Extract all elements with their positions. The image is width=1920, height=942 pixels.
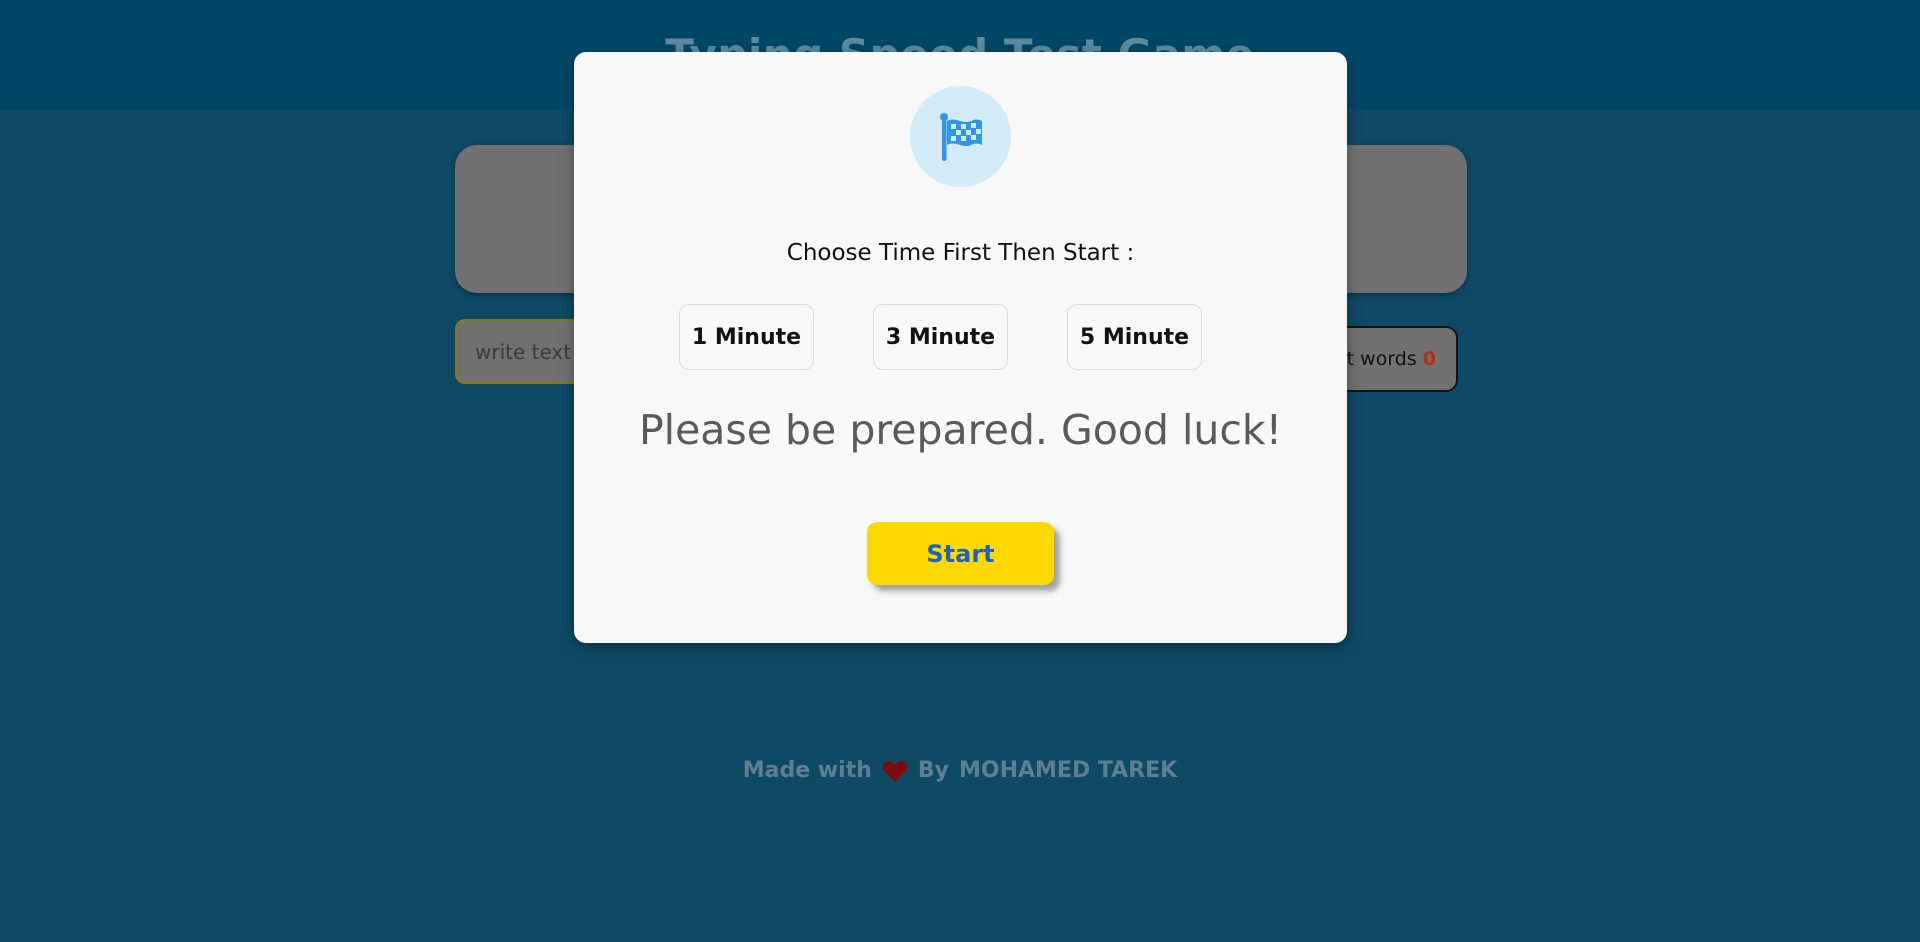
time-option-1-minute[interactable]: 1 Minute [679,304,814,370]
time-options: 1 Minute 3 Minute 5 Minute [679,304,1239,370]
flag-icon-circle [910,86,1011,187]
prepare-message: Please be prepared. Good luck! [638,406,1283,454]
footer-made-with: Made with [742,758,872,783]
start-button[interactable]: Start [867,522,1054,585]
footer-author: MOHAMED TAREK [959,758,1178,783]
start-modal: Choose Time First Then Start : 1 Minute … [574,52,1347,643]
time-option-3-minute[interactable]: 3 Minute [873,304,1008,370]
checkered-flag-icon [939,112,982,161]
choose-time-instruction: Choose Time First Then Start : [786,240,1135,266]
correct-words-count: 0 [1422,348,1436,370]
time-option-5-minute[interactable]: 5 Minute [1067,304,1202,370]
correct-words-label: ct words [1336,348,1417,370]
heart-icon [882,760,908,782]
footer-by: By [917,758,949,783]
footer: Made with By MOHAMED TAREK [0,758,1920,783]
